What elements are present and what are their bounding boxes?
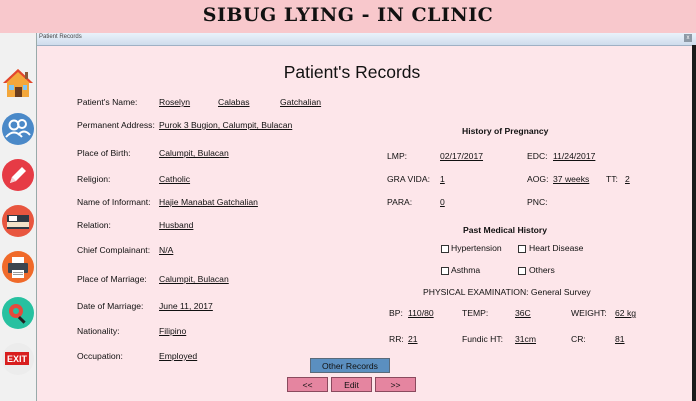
temp-value: 36C <box>515 308 531 318</box>
occupation-label: Occupation: <box>77 351 123 361</box>
bp-label: BP: <box>389 308 403 318</box>
window-title: Patient Records <box>39 34 82 40</box>
patient-records-window: Patient Records x Patient's Records Pati… <box>37 33 696 401</box>
exit-label: EXIT <box>7 354 28 364</box>
rr-value: 21 <box>408 334 418 344</box>
para-value: 0 <box>440 197 445 207</box>
occupation-value: Employed <box>159 351 198 361</box>
gravida-value: 1 <box>440 174 445 184</box>
hypertension-checkbox[interactable] <box>441 245 449 253</box>
aog-label: AOG: <box>527 174 549 184</box>
medical-history-heading: Past Medical History <box>463 225 548 235</box>
previous-record-button[interactable]: << <box>287 377 328 392</box>
religion-label: Religion: <box>77 174 111 184</box>
marriage-place-value: Calumpit, Bulacan <box>159 274 229 284</box>
aog-value: 37 weeks <box>553 174 590 184</box>
relation-value: Husband <box>159 220 194 230</box>
edc-value: 11/24/2017 <box>553 151 596 161</box>
window-edge <box>692 45 696 401</box>
complainant-value: N/A <box>159 245 174 255</box>
informant-value: Hajie Manabat Gatchalian <box>159 197 258 207</box>
rr-label: RR: <box>389 334 404 344</box>
edit-button[interactable]: Edit <box>331 377 372 392</box>
address-label: Permanent Address: <box>77 120 155 130</box>
lmp-label: LMP: <box>387 151 408 161</box>
sidebar: EXIT <box>0 33 37 401</box>
asthma-checkbox[interactable] <box>441 267 449 275</box>
religion-value: Catholic <box>159 174 191 184</box>
app-titlebar: SIBUG LYING - IN CLINIC <box>0 0 696 34</box>
patient-first-name: Roselyn <box>159 97 191 107</box>
address-value: Purok 3 Bugion, Calumpit, Bulacan <box>159 120 293 130</box>
others-checkbox[interactable] <box>518 267 526 275</box>
patient-last-name: Gatchalian <box>280 97 322 107</box>
patient-name-label: Patient's Name: <box>77 97 138 107</box>
complainant-label: Chief Complainant: <box>77 245 151 255</box>
window-titlebar: Patient Records x <box>37 33 696 46</box>
patients-icon[interactable] <box>1 112 35 146</box>
fundic-value: 31cm <box>515 334 537 344</box>
printer-icon[interactable] <box>1 250 35 284</box>
pregnancy-heading: History of Pregnancy <box>462 126 549 136</box>
other-records-button[interactable]: Other Records <box>310 358 390 373</box>
weight-label: WEIGHT: <box>571 308 607 318</box>
tt-label: TT: <box>606 174 618 184</box>
window-close-button[interactable]: x <box>684 34 692 42</box>
nationality-label: Nationality: <box>77 326 120 336</box>
fundic-label: Fundic HT: <box>462 334 504 344</box>
weight-value: 62 kg <box>615 308 637 318</box>
marriage-date-label: Date of Marriage: <box>77 301 144 311</box>
exam-heading: PHYSICAL EXAMINATION: General Survey <box>423 287 591 297</box>
birthplace-value: Calumpit, Bulacan <box>159 148 229 158</box>
hypertension-label: Hypertension <box>451 243 502 253</box>
cr-label: CR: <box>571 334 586 344</box>
para-label: PARA: <box>387 197 413 207</box>
app-title: SIBUG LYING - IN CLINIC <box>202 4 494 26</box>
settings-search-icon[interactable] <box>1 296 35 330</box>
bed-icon[interactable] <box>1 204 35 238</box>
birthplace-label: Place of Birth: <box>77 148 131 158</box>
patient-middle-name: Calabas <box>218 97 250 107</box>
gravida-label: GRA VIDA: <box>387 174 430 184</box>
marriage-date-value: June 11, 2017 <box>159 301 213 311</box>
home-icon[interactable] <box>1 66 35 100</box>
pnc-label: PNC: <box>527 197 548 207</box>
others-label: Others <box>529 265 555 275</box>
next-record-button[interactable]: >> <box>375 377 416 392</box>
informant-label: Name of Informant: <box>77 197 151 207</box>
lmp-value: 02/17/2017 <box>440 151 484 161</box>
marriage-place-label: Place of Marriage: <box>77 274 147 284</box>
asthma-label: Asthma <box>451 265 481 275</box>
bp-value: 110/80 <box>408 308 434 318</box>
temp-label: TEMP: <box>462 308 489 318</box>
heart-disease-checkbox[interactable] <box>518 245 526 253</box>
page-title: Patient's Records <box>283 62 421 82</box>
edc-label: EDC: <box>527 151 548 161</box>
exit-icon[interactable]: EXIT <box>1 342 35 376</box>
nationality-value: Filipino <box>159 326 187 336</box>
relation-label: Relation: <box>77 220 111 230</box>
pencil-icon[interactable] <box>1 158 35 192</box>
heart-disease-label: Heart Disease <box>529 243 584 253</box>
cr-value: 81 <box>615 334 625 344</box>
tt-value: 2 <box>625 174 630 184</box>
